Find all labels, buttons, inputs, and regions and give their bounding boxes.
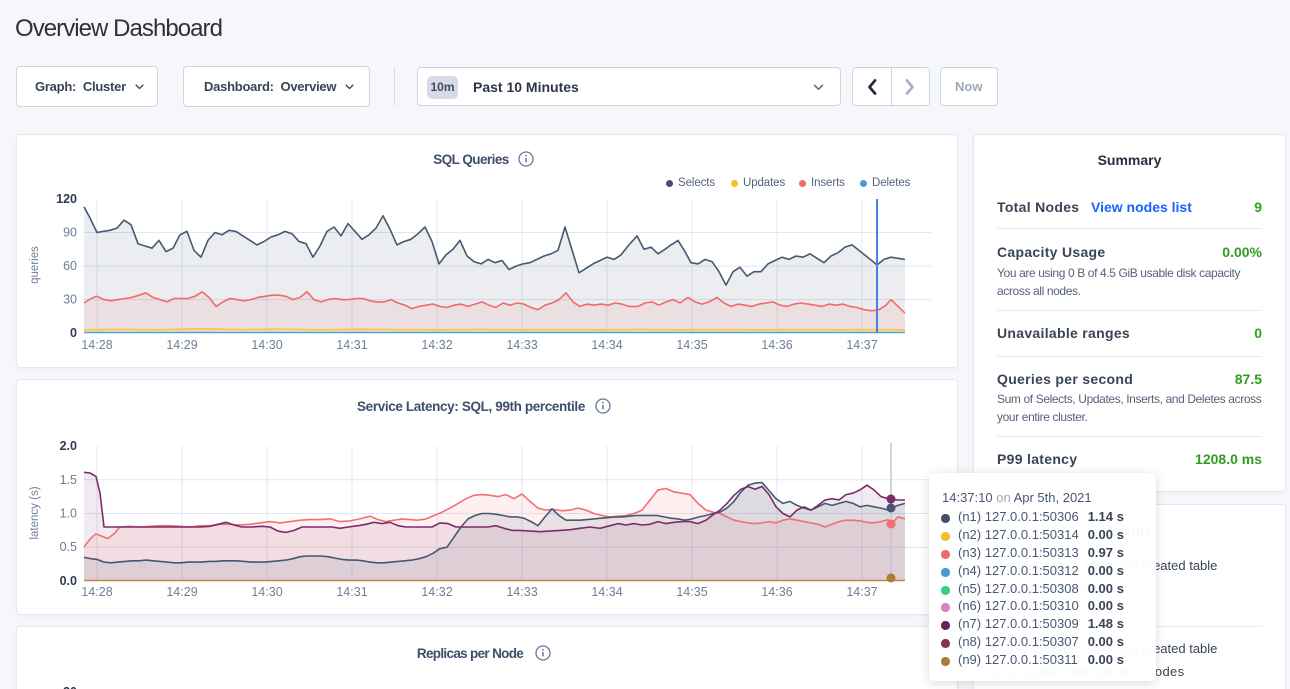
svg-text:14:30: 14:30 xyxy=(251,338,282,352)
svg-text:14:33: 14:33 xyxy=(506,585,537,599)
svg-text:14:31: 14:31 xyxy=(336,585,367,599)
svg-text:14:29: 14:29 xyxy=(166,585,197,599)
svg-text:14:37: 14:37 xyxy=(846,338,877,352)
svg-text:14:29: 14:29 xyxy=(166,338,197,352)
svg-text:queries: queries xyxy=(29,246,41,284)
svg-text:14:35: 14:35 xyxy=(676,585,707,599)
svg-text:1.0: 1.0 xyxy=(60,507,77,521)
svg-text:14:34: 14:34 xyxy=(591,338,622,352)
svg-text:30: 30 xyxy=(63,293,77,307)
svg-text:14:30: 14:30 xyxy=(251,585,282,599)
svg-text:0.0: 0.0 xyxy=(60,574,77,588)
svg-text:14:36: 14:36 xyxy=(761,585,792,599)
svg-text:1.5: 1.5 xyxy=(60,473,77,487)
svg-text:14:32: 14:32 xyxy=(421,338,452,352)
svg-text:14:33: 14:33 xyxy=(506,338,537,352)
svg-text:14:37: 14:37 xyxy=(846,585,877,599)
svg-text:14:36: 14:36 xyxy=(761,338,792,352)
svg-text:90: 90 xyxy=(63,226,77,240)
svg-text:14:31: 14:31 xyxy=(336,338,367,352)
svg-text:14:28: 14:28 xyxy=(81,338,112,352)
svg-text:2.0: 2.0 xyxy=(60,439,77,453)
svg-text:latency (s): latency (s) xyxy=(29,486,41,539)
svg-text:0.5: 0.5 xyxy=(60,540,77,554)
svg-text:14:28: 14:28 xyxy=(81,585,112,599)
svg-text:0: 0 xyxy=(70,326,77,340)
svg-text:120: 120 xyxy=(56,192,77,206)
svg-text:14:32: 14:32 xyxy=(421,585,452,599)
svg-text:14:34: 14:34 xyxy=(591,585,622,599)
svg-text:60: 60 xyxy=(63,259,77,273)
svg-text:14:35: 14:35 xyxy=(676,338,707,352)
